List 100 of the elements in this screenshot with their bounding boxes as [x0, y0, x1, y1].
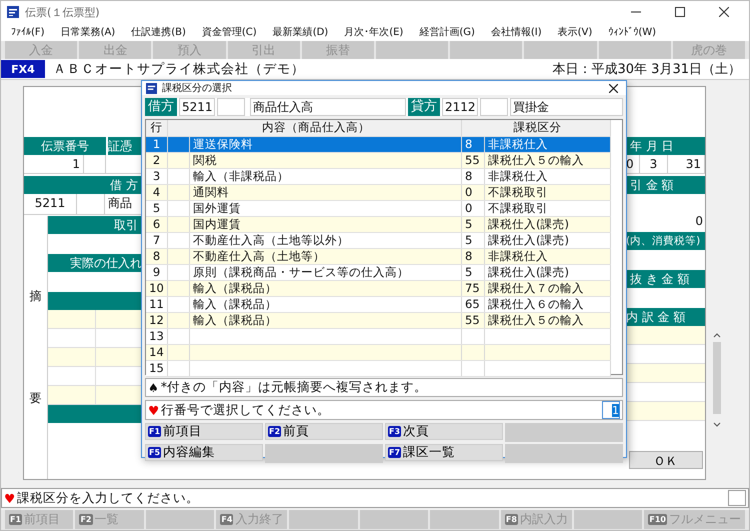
table-cell: 3 [640, 155, 668, 173]
table-row[interactable]: 7 不動産仕入高（土地等以外） 5 課税仕入(課売) [146, 233, 611, 249]
row-number: 15 [146, 361, 168, 376]
menu-item[interactable]: ﾌｧｲﾙ(F) [11, 26, 45, 38]
function-key[interactable]: F5 内容編集 [145, 444, 263, 461]
table-cell: 国内運賃 [190, 217, 462, 232]
row-number: 4 [146, 185, 168, 200]
section-header: 抜 き 金 額 [626, 270, 705, 288]
table-cell: 関税 [190, 153, 462, 168]
table-row[interactable]: 9 原則（課税商品・サービス等の仕入高） 5 課税仕入(課売) [146, 265, 611, 281]
function-key[interactable]: F1 前項目 [145, 423, 263, 440]
table-cell: 課税仕入(課売) [485, 217, 611, 232]
table-row[interactable]: 6 国内運賃 5 課税仕入(課売) [146, 217, 611, 233]
table-cell: 5 [462, 233, 485, 248]
note-text: *付きの「内容」は元帳摘要へ複写されます。 [160, 379, 428, 396]
account-code: 2112 [442, 98, 478, 116]
table-row[interactable]: 12 輸入（課税品） 55 課税仕入５の輸入 [146, 313, 611, 329]
table-cell: 5 [462, 217, 485, 232]
table-cell: 75 [462, 281, 485, 296]
row-number: 3 [146, 169, 168, 184]
table-cell: 31 [668, 155, 705, 173]
table-cell: 通関料 [190, 185, 462, 200]
menu-item[interactable]: 最新業績(D) [272, 25, 328, 39]
menu-item[interactable]: 経営計画(G) [419, 25, 475, 39]
table-cell: 非課税仕入 [485, 137, 611, 152]
table-row[interactable]: 2 関税 55 課税仕入５の輸入 [146, 153, 611, 169]
table-row[interactable]: 13 [146, 329, 611, 345]
ok-button[interactable]: ＯＫ [628, 451, 702, 469]
menu-item[interactable]: 月次･年次(E) [344, 25, 404, 39]
row-number: 9 [146, 265, 168, 280]
side-label: 摘 [30, 288, 42, 306]
table-cell: 国外運賃 [190, 201, 462, 216]
section-header: 取引 [48, 216, 142, 234]
row-number: 7 [146, 233, 168, 248]
amount-value: 0 [695, 214, 703, 228]
table-cell: 運送保険料 [190, 137, 462, 152]
column-header: 証憑 [108, 137, 142, 155]
table-cell: 5 [462, 265, 485, 280]
blank-key [574, 510, 642, 529]
table-row[interactable]: 10 輸入（課税品） 75 課税仕入７の輸入 [146, 281, 611, 297]
row-number: 14 [146, 345, 168, 360]
close-icon[interactable] [609, 84, 618, 92]
prompt-text: 行番号で選択してください。 [161, 402, 332, 418]
debit-label: 借方 [145, 98, 177, 116]
row-number: 13 [146, 329, 168, 344]
table-cell: 輸入（課税品） [190, 281, 462, 296]
menu-item[interactable]: ｳｨﾝﾄﾞｳ(W) [608, 26, 656, 38]
function-key[interactable]: F2 前頁 [265, 423, 383, 440]
account-code: 5211 [179, 98, 215, 116]
menu-item[interactable]: 表示(V) [558, 25, 592, 39]
table-row[interactable]: 3 輸入（非課税品） 8 非課税仕入 [146, 169, 611, 185]
table-row[interactable]: 15 [146, 361, 611, 377]
table-row[interactable]: 11 輸入（課税品） 65 課税仕入６の輸入 [146, 297, 611, 313]
table-cell: 不課税取引 [485, 185, 611, 200]
table-cell: 65 [462, 297, 485, 312]
table-cell: 5211 [24, 194, 77, 214]
menu-item[interactable]: 会社情報(I) [490, 25, 542, 39]
table-row[interactable]: 4 通関料 0 不課税取引 [146, 185, 611, 201]
row-number: 1 [146, 137, 168, 152]
table-cell: 8 [462, 137, 485, 152]
function-key[interactable]: F7 課区一覧 [385, 444, 503, 461]
close-icon[interactable] [719, 7, 729, 17]
table-cell: 課税仕入５の輸入 [485, 313, 611, 328]
table-cell: 課税仕入(課売) [485, 233, 611, 248]
account-name: 買掛金 [510, 98, 623, 116]
section-header: 実際の仕入れ [48, 254, 142, 272]
table-cell: 1 [24, 155, 84, 173]
table-cell: 課税仕入(課売) [485, 265, 611, 280]
column-header: 課税区分 [462, 120, 611, 136]
menu-item[interactable]: 資金管理(C) [202, 25, 257, 39]
table-cell: 輸入（課税品） [190, 313, 462, 328]
row-number: 10 [146, 281, 168, 296]
window-title: 伝票(１伝票型) [25, 4, 101, 20]
table-row[interactable]: 8 不動産仕入高（土地等） 8 非課税仕入 [146, 249, 611, 265]
table-cell: 輸入（課税品） [190, 297, 462, 312]
table-cell: 8 [462, 249, 485, 264]
table-cell: 不課税取引 [485, 201, 611, 216]
account-name: 商品仕入高 [250, 98, 406, 116]
table-cell: 課税仕入５の輸入 [485, 153, 611, 168]
function-key[interactable]: F3 次頁 [385, 423, 503, 440]
table-row[interactable]: 1 運送保険料 8 非課税仕入 [146, 137, 611, 153]
row-number: 12 [146, 313, 168, 328]
menu-item[interactable]: 日常業務(A) [60, 25, 116, 39]
maximize-icon[interactable] [675, 7, 685, 17]
spade-icon: ♠ [148, 380, 159, 394]
heart-icon: ♥ [148, 402, 160, 418]
company-name: ＡＢＣオートサプライ株式会社（デモ） [53, 61, 306, 78]
row-number: 6 [146, 217, 168, 232]
menu-item[interactable]: 仕訳連携(B) [131, 25, 186, 39]
table-cell: 課税仕入７の輸入 [485, 281, 611, 296]
input-field[interactable]: 1 [602, 401, 620, 419]
table-cell: 55 [462, 313, 485, 328]
column-header: 内容（商品仕入高） [168, 120, 462, 136]
table-cell: 0 [462, 185, 485, 200]
blank-key [430, 510, 499, 529]
table-cell: 課税仕入６の輸入 [485, 297, 611, 312]
table-row[interactable]: 14 [146, 345, 611, 361]
status-message: 課税区分を入力してください。 [17, 490, 200, 506]
column-header: 行 [146, 120, 168, 136]
table-row[interactable]: 5 国外運賃 0 不課税取引 [146, 201, 611, 217]
